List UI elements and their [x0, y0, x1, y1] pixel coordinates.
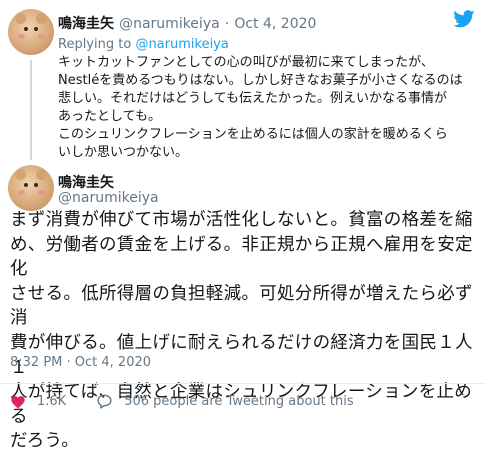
reply-display-name[interactable]: 鳴海圭矢	[58, 16, 114, 32]
main-handle[interactable]: @narumikeiya	[58, 190, 159, 206]
thread-connector-line	[30, 60, 32, 160]
like-button[interactable]: 1.6K	[10, 394, 66, 409]
avatar-cheek-left	[18, 190, 25, 195]
twitter-bird-icon[interactable]	[453, 10, 475, 32]
avatar-eye-right	[34, 27, 38, 31]
main-text-line: させる。低所得層の負担軽減。可処分所得が増えたら必ず消	[10, 283, 473, 329]
reply-text-line: キットカットファンとしての心の叫びが最初に来てしまったが、	[58, 55, 434, 70]
avatar-ear-right	[36, 13, 47, 24]
comment-icon	[96, 393, 113, 409]
main-text-line: まず消費が伸びて市場が活性化しないと。貧富の格差を縮	[10, 210, 473, 230]
heart-icon	[10, 394, 26, 409]
replying-to-link[interactable]: @narumikeiya	[135, 37, 228, 52]
replying-prefix: Replying to	[58, 37, 132, 52]
reply-dot-separator: ·	[224, 16, 230, 32]
avatar-cheek-left	[18, 34, 25, 39]
action-bar: 1.6K 506 people are Tweeting about this	[10, 393, 354, 409]
reply-header: 鳴海圭矢 @narumikeiya · Oct 4, 2020	[58, 13, 316, 33]
avatar-eye-left	[24, 183, 28, 187]
reply-text-line: 悲しい。それだけはどうしても伝えたかった。例えいかなる事情が	[58, 91, 447, 106]
tweet-timestamp[interactable]: 8:32 PM · Oct 4, 2020	[10, 355, 151, 370]
avatar-cheek-right	[38, 190, 45, 195]
like-count: 1.6K	[37, 393, 67, 409]
main-text-line: め、労働者の賃金を上げる。非正規から正規へ雇用を安定化	[10, 234, 473, 280]
main-tweet-text: まず消費が伸びて市場が活性化しないと。貧富の格差を縮 め、労働者の賃金を上げる。…	[10, 208, 475, 454]
replying-to: Replying to @narumikeiya	[58, 37, 229, 52]
reply-text-line: いしか思いつかない。	[58, 145, 189, 160]
avatar-eye-left	[24, 27, 28, 31]
avatar-ear-right	[36, 169, 47, 180]
main-text-line: だろう。	[10, 431, 80, 452]
main-display-name[interactable]: 鳴海圭矢	[58, 172, 114, 192]
avatar-ear-left	[15, 169, 26, 180]
tweeting-about-link[interactable]: 506 people are Tweeting about this	[96, 393, 354, 409]
main-avatar[interactable]	[8, 165, 54, 211]
divider	[0, 383, 485, 384]
reply-avatar[interactable]	[8, 9, 54, 55]
avatar-ear-left	[15, 13, 26, 24]
avatar-cheek-right	[38, 34, 45, 39]
reply-text-line: あったとしても。	[58, 109, 161, 124]
reply-text-line: このシュリンクフレーションを止めるには個人の家計を暖めるくら	[58, 127, 448, 142]
tweeting-about-text: 506 people are Tweeting about this	[124, 393, 354, 409]
reply-text-line: Nestléを責めるつもりはない。しかし好きなお菓子が小さくなるのは	[58, 73, 463, 88]
reply-date[interactable]: Oct 4, 2020	[234, 16, 316, 32]
reply-tweet-text: キットカットファンとしての心の叫びが最初に来てしまったが、 Nestléを責める…	[58, 54, 478, 162]
reply-handle[interactable]: @narumikeiya	[119, 16, 220, 32]
avatar-eye-right	[34, 183, 38, 187]
